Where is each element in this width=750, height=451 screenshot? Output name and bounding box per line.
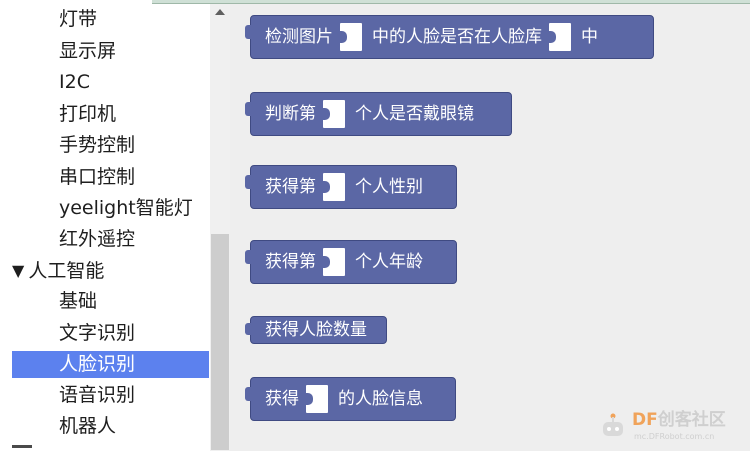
category-item-gesture-control[interactable]: 手势控制 (12, 132, 209, 159)
input-slot-person-index[interactable] (321, 173, 345, 201)
category-item-basic[interactable]: 基础 (12, 288, 209, 315)
block-detect-face-in-library[interactable]: 检测图片 中的人脸是否在人脸库中 (245, 15, 654, 59)
category-item-speech-recognition[interactable]: 语音识别 (12, 382, 209, 409)
block-connector (245, 175, 252, 189)
category-item-light-strip[interactable]: 灯带 (12, 6, 209, 33)
block-connector (245, 387, 252, 401)
category-item-partial[interactable] (12, 437, 209, 451)
category-scrollbar[interactable] (210, 0, 230, 451)
category-item-printer[interactable]: 打印机 (12, 101, 209, 128)
input-slot-image[interactable] (338, 23, 362, 51)
block-connector (245, 102, 252, 116)
watermark-url: mc.DFRobot.com.cn (634, 432, 715, 441)
block-connector (245, 250, 252, 264)
partial-item-stub (12, 445, 32, 448)
block-connector (245, 25, 252, 39)
category-tree: 灯带 显示屏 I2C 打印机 手势控制 串口控制 yeelight智能灯 红外遥… (0, 0, 210, 451)
input-slot-face-library[interactable] (547, 23, 571, 51)
block-get-age[interactable]: 获得第 个人年龄 (245, 240, 457, 284)
category-item-ai[interactable]: ▼ 人工智能 (12, 257, 209, 284)
robot-logo-icon (603, 413, 623, 436)
block-get-gender[interactable]: 获得第 个人性别 (245, 165, 457, 209)
category-item-infrared-remote[interactable]: 红外遥控 (12, 226, 209, 253)
category-item-i2c[interactable]: I2C (12, 69, 209, 96)
block-get-face-info[interactable]: 获得 的人脸信息 (245, 377, 456, 421)
expand-triangle-icon[interactable]: ▼ (12, 257, 24, 284)
dfrobot-watermark: DF创客社区 mc.DFRobot.com.cn (600, 408, 740, 446)
category-item-serial-control[interactable]: 串口控制 (12, 164, 209, 191)
category-item-text-recognition[interactable]: 文字识别 (12, 320, 209, 347)
category-item-yeelight[interactable]: yeelight智能灯 (12, 195, 209, 222)
block-get-face-count[interactable]: 获得人脸数量 (245, 316, 387, 344)
watermark-title: DF创客社区 (632, 410, 726, 430)
input-slot-image[interactable] (304, 385, 328, 413)
category-item-face-recognition[interactable]: 人脸识别 (12, 351, 209, 378)
category-item-display[interactable]: 显示屏 (12, 38, 209, 65)
block-wearing-glasses[interactable]: 判断第 个人是否戴眼镜 (245, 92, 512, 136)
workspace-top-edge (152, 0, 750, 4)
scrollbar-thumb[interactable] (211, 234, 229, 450)
input-slot-person-index[interactable] (321, 248, 345, 276)
category-item-robot[interactable]: 机器人 (12, 413, 209, 440)
input-slot-person-index[interactable] (321, 100, 345, 128)
block-connector (245, 323, 252, 335)
